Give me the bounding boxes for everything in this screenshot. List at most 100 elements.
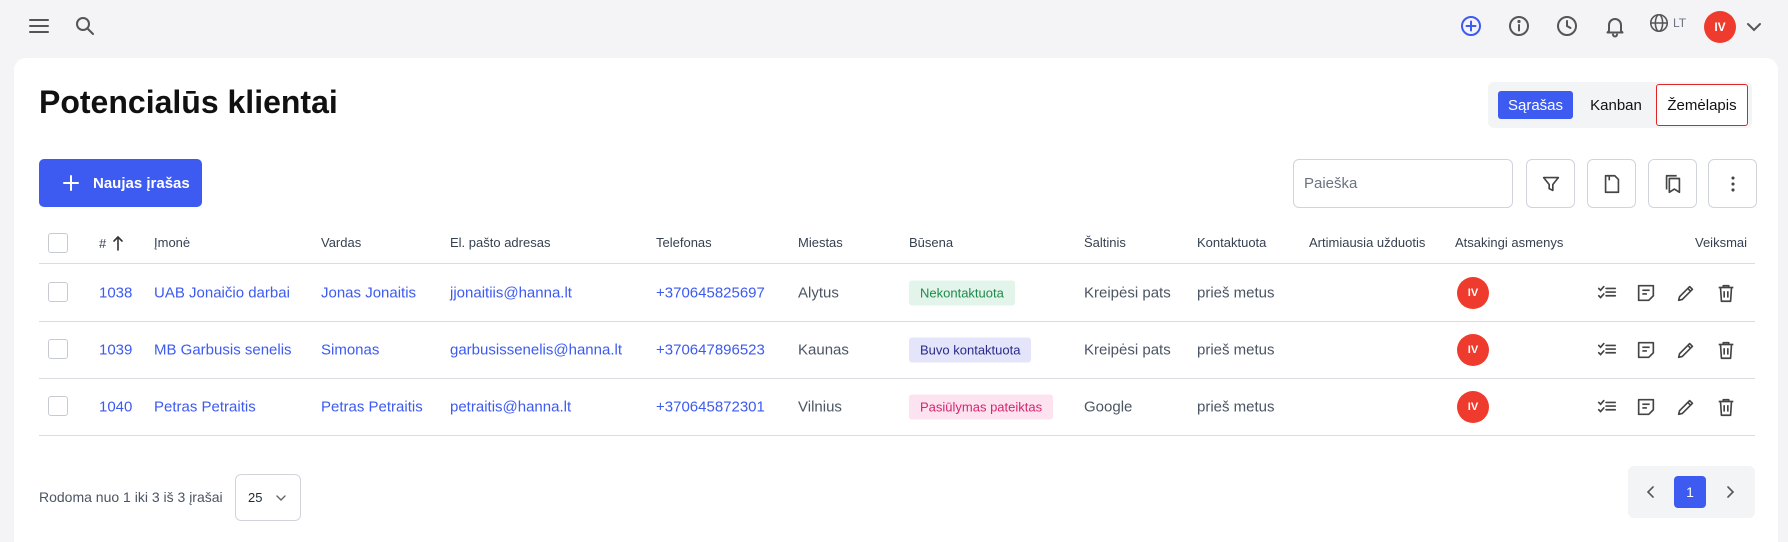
column-header-id[interactable]: # — [99, 235, 124, 251]
search-input[interactable] — [1304, 175, 1503, 192]
more-vertical-icon — [1730, 175, 1735, 192]
row-email-link[interactable]: garbusissenelis@hanna.lt — [450, 341, 622, 358]
row-id-link[interactable]: 1040 — [99, 398, 132, 415]
tasks-checklist-icon[interactable] — [1594, 280, 1620, 306]
search-icon[interactable] — [70, 11, 100, 41]
chevron-down-icon — [276, 494, 286, 501]
row-email-link[interactable]: petraitis@hanna.lt — [450, 398, 571, 415]
tasks-checklist-icon[interactable] — [1594, 337, 1620, 363]
column-header-status[interactable]: Būsena — [909, 235, 953, 250]
note-icon[interactable] — [1633, 337, 1659, 363]
row-company-link[interactable]: UAB Jonaičio darbai — [154, 284, 290, 301]
row-contacted: prieš metus — [1197, 341, 1275, 358]
row-city: Vilnius — [798, 398, 842, 415]
bell-icon[interactable] — [1600, 11, 1630, 41]
responsible-avatar[interactable]: IV — [1457, 333, 1489, 366]
next-page-button[interactable] — [1714, 476, 1746, 508]
column-header-phone[interactable]: Telefonas — [656, 235, 712, 250]
tasks-checklist-icon[interactable] — [1594, 394, 1620, 420]
row-checkbox[interactable] — [48, 396, 68, 416]
column-header-actions: Veiksmai — [1695, 235, 1748, 250]
language-label: LT — [1673, 16, 1687, 30]
edit-pencil-icon[interactable] — [1673, 337, 1699, 363]
status-badge: Pasiūlymas pateiktas — [909, 394, 1054, 419]
edit-pencil-icon[interactable] — [1673, 394, 1699, 420]
row-phone-link[interactable]: +370647896523 — [656, 341, 765, 358]
row-city: Kaunas — [798, 341, 849, 358]
export-button[interactable] — [1587, 159, 1636, 208]
new-record-button[interactable]: Naujas įrašas — [39, 159, 202, 207]
clock-icon[interactable] — [1552, 11, 1582, 41]
row-email-link[interactable]: jjonaitiis@hanna.lt — [450, 284, 572, 301]
filter-icon — [1542, 176, 1559, 191]
row-contacted: prieš metus — [1197, 284, 1275, 301]
delete-trash-icon[interactable] — [1713, 337, 1739, 363]
responsible-avatar[interactable]: IV — [1457, 390, 1489, 423]
row-source: Kreipėsi pats — [1084, 284, 1171, 301]
add-circle-icon[interactable] — [1456, 11, 1486, 41]
row-source: Kreipėsi pats — [1084, 341, 1171, 358]
page-title: Potencialūs klientai — [39, 84, 338, 120]
row-contacted: prieš metus — [1197, 398, 1275, 415]
chevron-right-icon — [1727, 486, 1735, 498]
column-header-email[interactable]: El. pašto adresas — [450, 235, 550, 250]
table-row: 1039 MB Garbusis senelis Simonas garbusisse… — [0, 321, 1788, 378]
chevron-left-icon — [1646, 486, 1654, 498]
view-list-button[interactable]: Sąrašas — [1498, 91, 1573, 119]
menu-icon[interactable] — [24, 11, 54, 41]
table-row: 1040 Petras Petraitis Petras Petraitis petr… — [0, 378, 1788, 435]
sort-arrow-up-icon[interactable] — [112, 235, 124, 251]
row-source: Google — [1084, 398, 1133, 415]
filter-button[interactable] — [1526, 159, 1575, 208]
status-badge: Nekontaktuota — [909, 280, 1015, 305]
bookmark-icon — [1665, 174, 1680, 193]
row-company-link[interactable]: MB Garbusis senelis — [154, 341, 292, 358]
delete-trash-icon[interactable] — [1713, 394, 1739, 420]
note-icon[interactable] — [1633, 394, 1659, 420]
view-toggle: Sąrašas Kanban Žemėlapis — [1488, 82, 1752, 128]
new-record-label: Naujas įrašas — [93, 174, 190, 192]
column-header-responsible[interactable]: Atsakingi asmenys — [1455, 235, 1563, 250]
column-header-source[interactable]: Šaltinis — [1084, 235, 1126, 250]
column-header-name[interactable]: Vardas — [321, 235, 361, 250]
delete-trash-icon[interactable] — [1713, 280, 1739, 306]
status-badge: Buvo kontaktuota — [909, 337, 1032, 362]
page-1-button[interactable]: 1 — [1674, 476, 1706, 508]
edit-pencil-icon[interactable] — [1673, 280, 1699, 306]
row-phone-link[interactable]: +370645825697 — [656, 284, 765, 301]
more-options-button[interactable] — [1708, 159, 1757, 208]
responsible-avatar[interactable]: IV — [1457, 276, 1489, 309]
view-map-button[interactable]: Žemėlapis — [1656, 84, 1748, 126]
row-city: Alytus — [798, 284, 839, 301]
select-all-checkbox[interactable] — [48, 233, 68, 253]
row-checkbox[interactable] — [48, 339, 68, 359]
column-header-nearest-task[interactable]: Artimiausia užduotis — [1309, 235, 1425, 250]
row-name-link[interactable]: Jonas Jonaitis — [321, 284, 416, 301]
document-icon — [1604, 174, 1619, 193]
saved-filters-button[interactable] — [1648, 159, 1697, 208]
prev-page-button[interactable] — [1635, 476, 1667, 508]
row-name-link[interactable]: Petras Petraitis — [321, 398, 423, 415]
per-page-value: 25 — [248, 490, 263, 505]
row-name-link[interactable]: Simonas — [321, 341, 379, 358]
row-phone-link[interactable]: +370645872301 — [656, 398, 765, 415]
row-divider — [39, 435, 1755, 436]
note-icon[interactable] — [1633, 280, 1659, 306]
view-kanban-button[interactable]: Kanban — [1578, 91, 1654, 119]
column-header-city[interactable]: Miestas — [798, 235, 843, 250]
column-header-contacted[interactable]: Kontaktuota — [1197, 235, 1266, 250]
user-avatar[interactable]: IV — [1704, 11, 1736, 43]
row-id-link[interactable]: 1038 — [99, 284, 132, 301]
top-bar: LT IV — [0, 0, 1788, 54]
per-page-select[interactable]: 25 — [235, 474, 301, 521]
table-row: 1038 UAB Jonaičio darbai Jonas Jonaitis jjo… — [0, 264, 1788, 321]
row-company-link[interactable]: Petras Petraitis — [154, 398, 256, 415]
row-id-link[interactable]: 1039 — [99, 341, 132, 358]
info-icon[interactable] — [1504, 11, 1534, 41]
row-checkbox[interactable] — [48, 282, 68, 302]
language-switch[interactable]: LT — [1648, 12, 1686, 34]
pagination-summary: Rodoma nuo 1 iki 3 iš 3 įrašai — [39, 489, 223, 505]
pagination: 1 — [1628, 466, 1755, 518]
chevron-down-icon[interactable] — [1742, 15, 1766, 39]
column-header-company[interactable]: Įmonė — [154, 235, 190, 250]
